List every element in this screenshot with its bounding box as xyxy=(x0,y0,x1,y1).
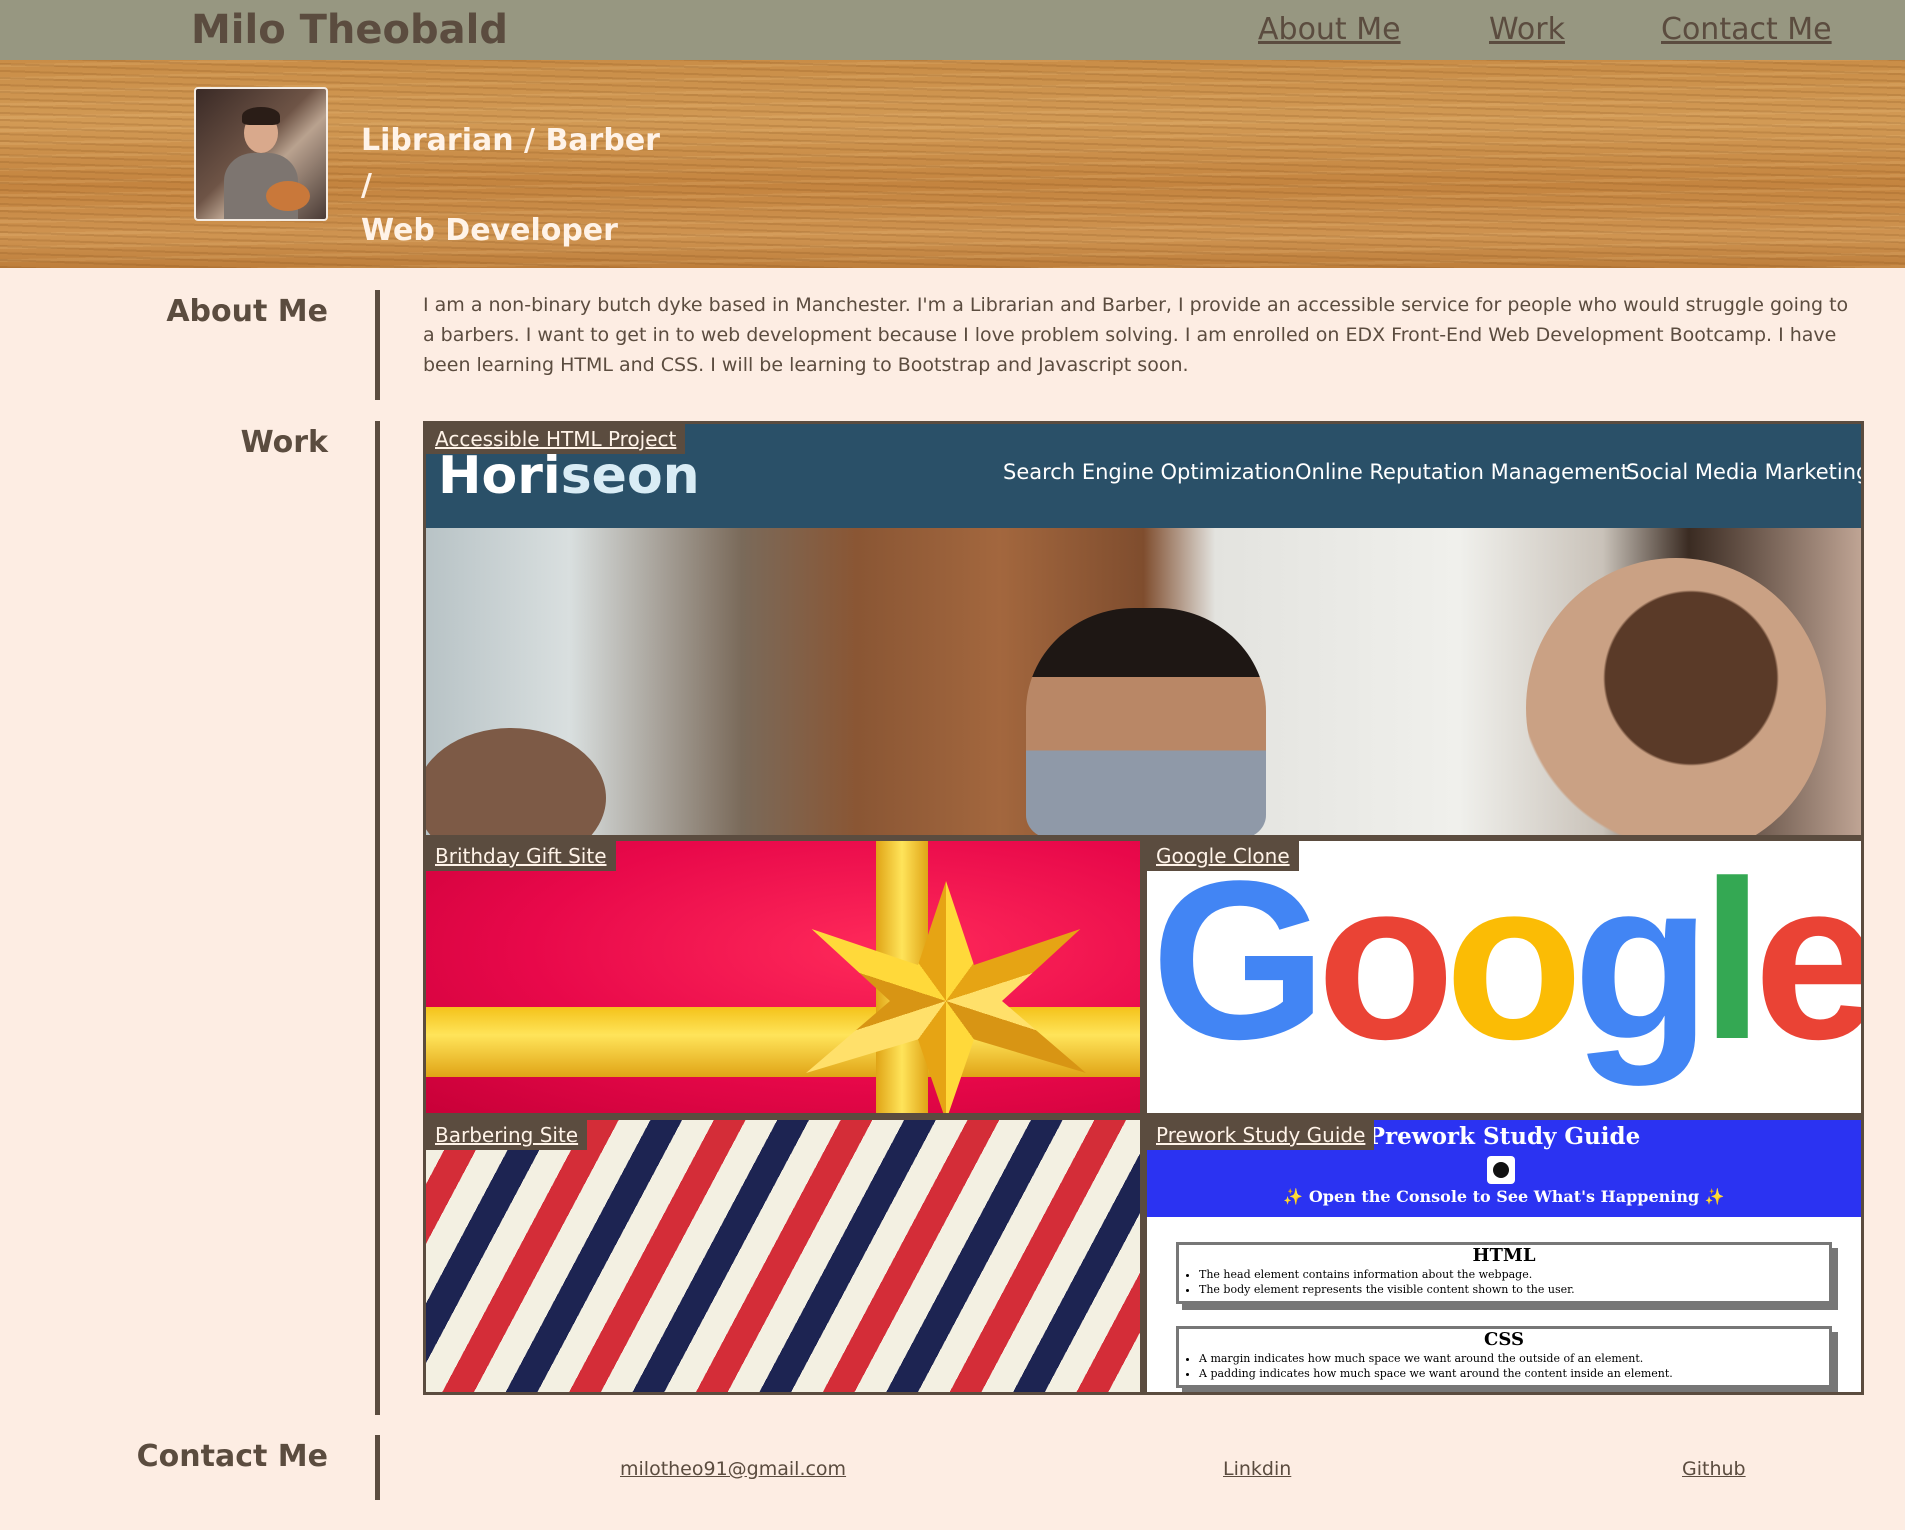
site-title: Milo Theobald xyxy=(191,7,508,53)
project-card-barbering[interactable]: Barbering Site xyxy=(426,1120,1140,1392)
work-divider xyxy=(375,421,380,1415)
contact-divider xyxy=(375,1435,380,1500)
nav-about-me[interactable]: About Me xyxy=(1258,12,1401,48)
google-logo: Google xyxy=(1151,841,1861,1086)
about-text: I am a non-binary butch dyke based in Ma… xyxy=(423,294,1849,376)
horiseon-nav-orm: Online Reputation Management xyxy=(1295,460,1629,484)
nav-work[interactable]: Work xyxy=(1489,12,1565,48)
about-heading: About Me xyxy=(166,294,328,329)
tagline-line-2: Web Developer xyxy=(361,213,618,248)
horiseon-logo: Horiseon xyxy=(438,446,700,506)
hero-tagline: Librarian / Barber / Web Developer xyxy=(361,118,661,253)
contact-heading: Contact Me xyxy=(136,1439,328,1474)
barber-pole-image xyxy=(426,1120,1140,1392)
project-card-horiseon[interactable]: Accessible HTML Project Horiseon Search … xyxy=(426,424,1861,835)
project-card-prework[interactable]: Prework Study Guide ✨ Open the Console t… xyxy=(1147,1120,1861,1392)
project-card-google[interactable]: Google Clone Google xyxy=(1147,841,1861,1113)
about-divider xyxy=(375,290,380,400)
contact-github-link[interactable]: Github xyxy=(1682,1457,1746,1481)
profile-photo xyxy=(194,87,328,221)
horiseon-nav-seo: Search Engine Optimization xyxy=(1003,460,1295,484)
prework-css-box: CSS A margin indicates how much space we… xyxy=(1176,1326,1832,1388)
horiseon-nav-smm: Social Media Marketing xyxy=(1626,460,1861,484)
project-label[interactable]: Google Clone xyxy=(1147,841,1299,871)
project-label[interactable]: Accessible HTML Project xyxy=(426,424,686,454)
github-icon xyxy=(1487,1156,1515,1184)
project-label[interactable]: Brithday Gift Site xyxy=(426,841,616,871)
contact-linkedin-link[interactable]: Linkdin xyxy=(1223,1457,1291,1481)
horiseon-team-photo xyxy=(426,528,1861,835)
contact-email-link[interactable]: milotheo91@gmail.com xyxy=(620,1457,846,1481)
project-label[interactable]: Barbering Site xyxy=(426,1120,588,1150)
tagline-line-1: Librarian / Barber / xyxy=(361,123,660,203)
work-grid: Accessible HTML Project Horiseon Search … xyxy=(423,421,1864,1395)
prework-html-box: HTML The head element contains informati… xyxy=(1176,1242,1832,1304)
prework-subtitle: ✨ Open the Console to See What's Happeni… xyxy=(1283,1187,1725,1206)
project-label[interactable]: Prework Study Guide xyxy=(1147,1120,1375,1150)
nav-contact-me[interactable]: Contact Me xyxy=(1661,12,1832,48)
site-header: Milo Theobald About Me Work Contact Me xyxy=(0,0,1905,60)
gift-image xyxy=(426,841,1140,1113)
work-heading: Work xyxy=(240,425,328,460)
project-card-gift[interactable]: Brithday Gift Site xyxy=(426,841,1140,1113)
